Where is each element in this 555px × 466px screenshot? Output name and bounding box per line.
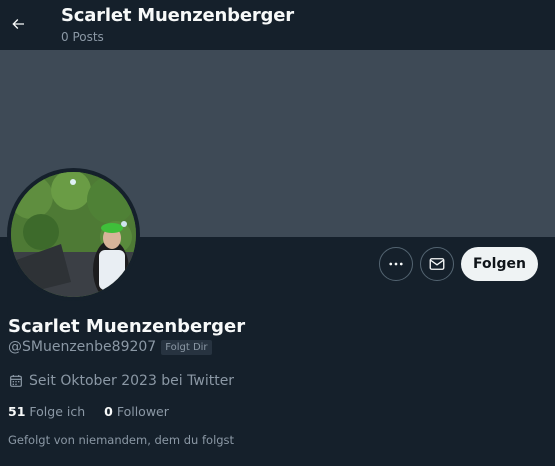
handle-row: @SMuenzenbe89207 Folgt Dir bbox=[8, 339, 212, 355]
header-post-count: 0 Posts bbox=[61, 30, 104, 44]
followed-by-text: Gefolgt von niemandem, dem du folgst bbox=[8, 433, 235, 447]
joined-text: Seit Oktober 2023 bei Twitter bbox=[29, 373, 235, 389]
arrow-left-icon bbox=[12, 19, 24, 29]
calendar-icon bbox=[10, 375, 22, 387]
joined-date: Seit Oktober 2023 bei Twitter bbox=[8, 373, 234, 389]
more-options-button[interactable] bbox=[379, 247, 413, 281]
profile-name: Scarlet Muenzenberger bbox=[8, 316, 246, 337]
followers-link[interactable]: 0 Follower bbox=[104, 404, 169, 419]
envelope-icon bbox=[429, 258, 445, 270]
header-profile-name: Scarlet Muenzenberger bbox=[61, 5, 294, 26]
message-button[interactable] bbox=[420, 247, 454, 281]
following-count: 51 bbox=[8, 404, 26, 419]
followers-count: 0 bbox=[104, 404, 113, 419]
followers-label: Follower bbox=[116, 404, 169, 419]
back-button[interactable] bbox=[2, 8, 34, 40]
follow-button[interactable]: Folgen bbox=[461, 247, 538, 281]
header-text: Scarlet Muenzenberger 0 Posts bbox=[61, 4, 294, 45]
avatar-photo bbox=[11, 172, 136, 297]
profile-header-bar: Scarlet Muenzenberger 0 Posts bbox=[0, 0, 555, 50]
follows-you-badge: Folgt Dir bbox=[161, 339, 212, 355]
following-link[interactable]: 51 Folge ich bbox=[8, 404, 85, 419]
profile-handle: @SMuenzenbe89207 bbox=[8, 339, 157, 355]
avatar[interactable] bbox=[7, 168, 140, 301]
follow-stats: 51 Folge ich 0 Follower bbox=[8, 404, 188, 419]
following-label: Folge ich bbox=[29, 404, 86, 419]
more-horizontal-icon bbox=[389, 262, 403, 266]
profile-page: Scarlet Muenzenberger 0 Posts Folgen Sca… bbox=[0, 0, 555, 466]
